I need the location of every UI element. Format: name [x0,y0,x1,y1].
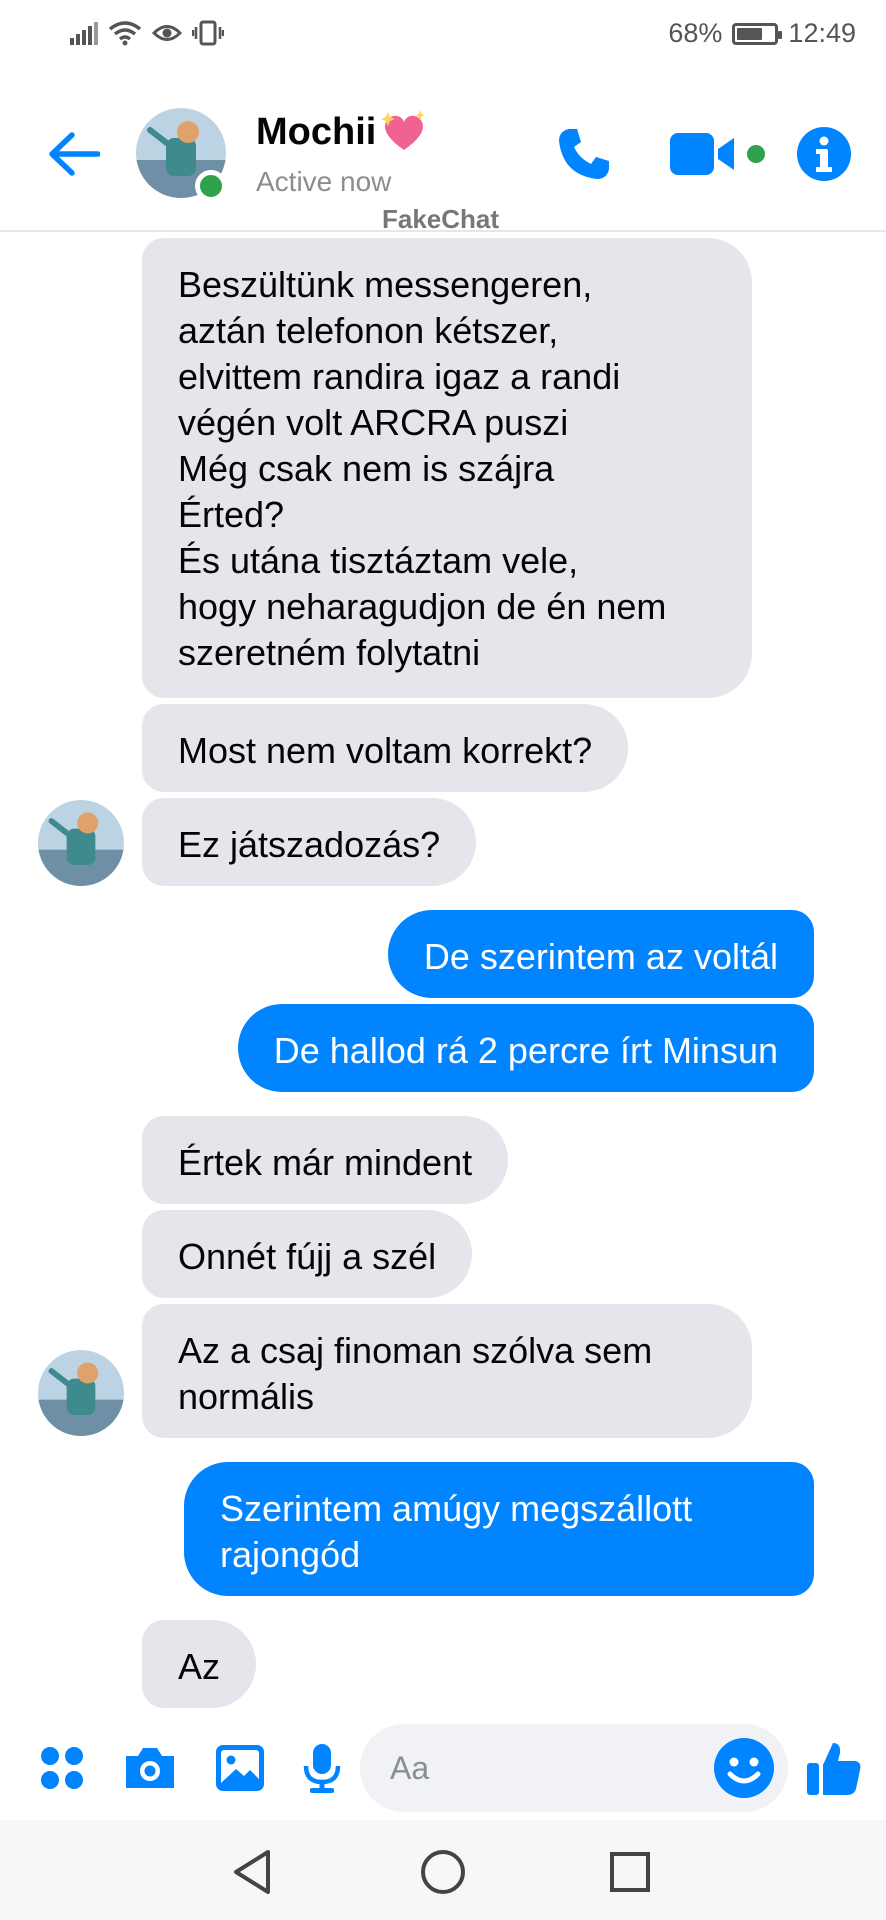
gallery-icon [216,1745,264,1791]
wifi-icon [108,21,142,46]
active-status: Active now [256,166,392,197]
nav-home-button[interactable] [413,1842,473,1902]
camera-icon [126,1748,174,1788]
info-icon [797,127,851,181]
nav-back-button[interactable] [222,1842,282,1902]
video-call-button[interactable] [668,122,768,186]
status-icons [70,20,224,46]
message-list[interactable]: Beszültünk messengeren, aztán telefonon … [0,234,886,1708]
message-incoming[interactable]: Az [142,1620,257,1708]
status-bar: 68% 12:49 [0,0,886,74]
info-button[interactable] [792,122,856,186]
message-input[interactable]: Aa [360,1724,788,1812]
message-incoming[interactable]: Most nem voltam korrekt? [142,704,629,792]
message-outgoing[interactable]: De szerintem az voltál [387,910,814,998]
back-arrow-icon [49,132,100,176]
call-button[interactable] [552,122,616,186]
microphone-icon [303,1744,341,1793]
camera-button[interactable] [118,1736,182,1800]
emoji-icon [714,1738,774,1798]
battery-percent: 68% [668,18,723,48]
back-button[interactable] [44,124,104,184]
clock: 12:49 [788,18,856,48]
watermark: FakeChat [382,204,500,234]
emoji-button[interactable] [712,1736,776,1800]
video-camera-icon [670,133,765,175]
nav-recents-icon [610,1852,650,1892]
composer: Aa [0,1706,886,1826]
contact-avatar-small[interactable] [38,800,124,886]
like-button[interactable] [802,1736,866,1800]
avatar-photo [38,1350,124,1436]
contact-avatar-small[interactable] [38,1350,124,1436]
gallery-button[interactable] [208,1736,272,1800]
message-input-placeholder: Aa [390,1750,430,1786]
battery-icon [732,22,783,45]
nav-recents-button[interactable] [600,1842,660,1902]
system-nav-bar [0,1820,886,1920]
sparkling-heart-icon [381,110,426,150]
voice-button[interactable] [290,1736,354,1800]
message-outgoing[interactable]: De hallod rá 2 percre írt Minsun [237,1004,814,1092]
phone-icon [559,129,609,179]
message-incoming[interactable]: Értek már mindent [142,1116,509,1204]
message-outgoing[interactable]: Szerintem amúgy megszállott rajongód [184,1462,814,1596]
signal-icon [70,22,98,45]
conversation-header: Mochii Active now FakeChat [0,74,886,234]
avatar-photo [38,800,124,886]
message-incoming[interactable]: Onnét fújj a szél [142,1210,473,1298]
message-incoming[interactable]: Ez játszadozás? [142,798,477,886]
battery-fill [737,27,762,40]
contact-name: Mochii [256,110,377,153]
eye-icon [152,25,182,41]
vibrate-icon [192,20,224,46]
nav-home-icon [421,1850,465,1894]
thumbs-up-icon [807,1743,861,1795]
message-incoming[interactable]: Az a csaj finoman szólva sem normális [142,1304,752,1438]
online-indicator [195,170,227,202]
contact-name-row[interactable]: Mochii [256,110,428,154]
apps-grid-icon [41,1747,83,1789]
nav-back-icon [234,1850,270,1894]
status-right: 68% 12:49 [668,18,856,49]
apps-button[interactable] [30,1736,94,1800]
message-incoming[interactable]: Beszültünk messengeren, aztán telefonon … [142,238,752,698]
